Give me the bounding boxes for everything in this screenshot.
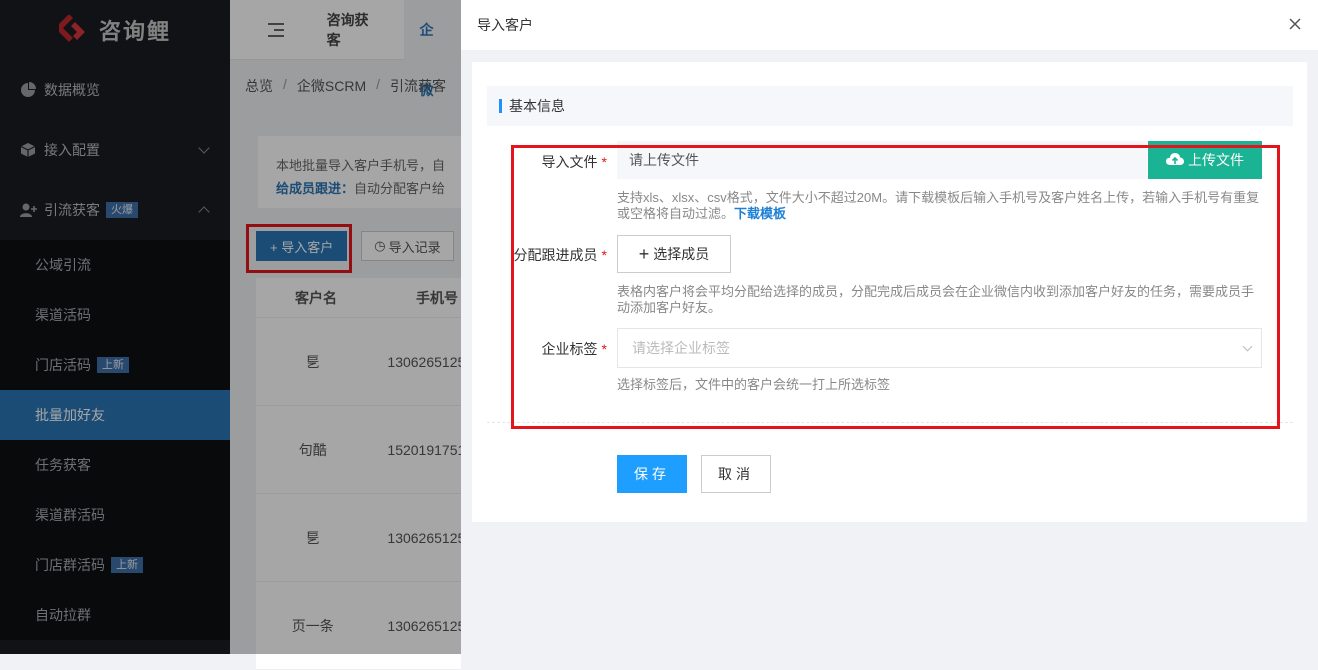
save-button[interactable]: 保存: [617, 455, 687, 493]
section-title-text: 基本信息: [509, 98, 565, 114]
drawer-title: 导入客户: [477, 17, 533, 33]
highlight-box-form: [511, 145, 1280, 429]
drawer-header: 导入客户: [461, 0, 1318, 50]
section-title: 基本信息: [487, 86, 1293, 126]
close-icon[interactable]: [1288, 17, 1302, 31]
cancel-button[interactable]: 取消: [701, 455, 771, 493]
modal-overlay[interactable]: [0, 0, 461, 654]
